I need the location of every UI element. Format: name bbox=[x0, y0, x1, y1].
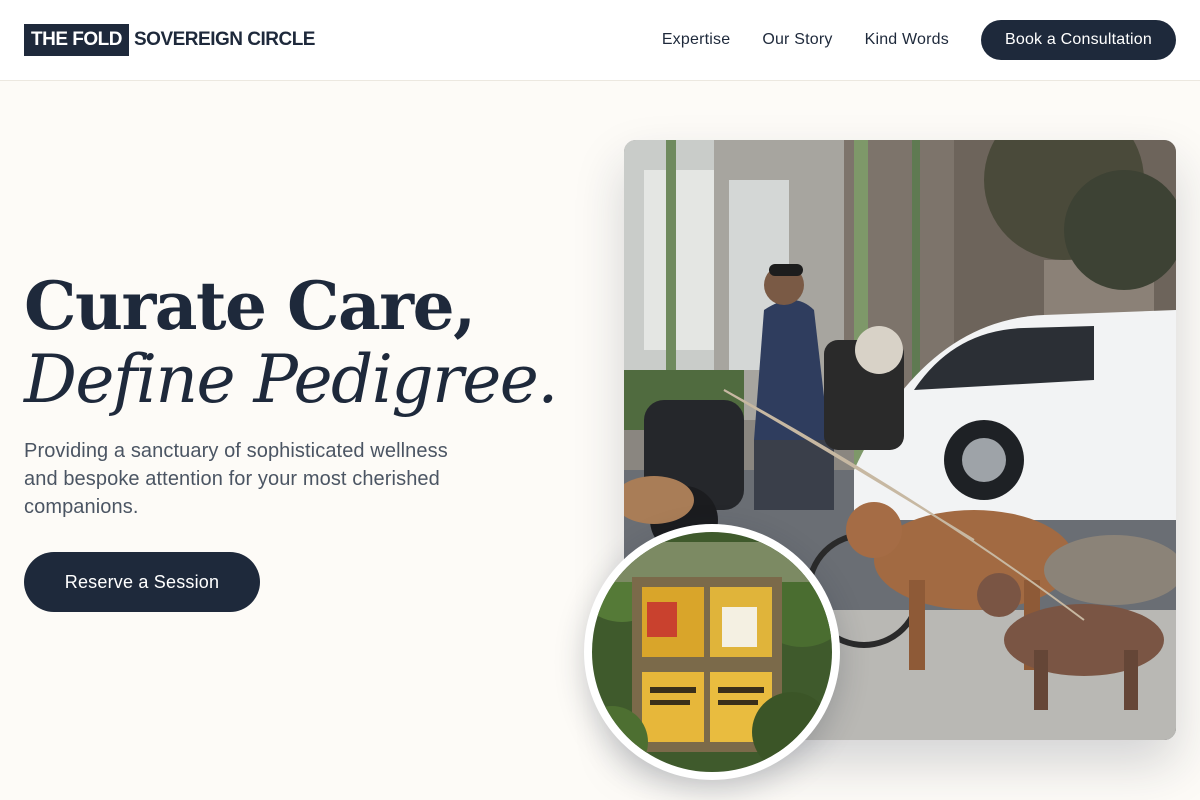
hero-title-line1: Curate Care, bbox=[24, 267, 476, 345]
nav-link-kind-words[interactable]: Kind Words bbox=[865, 31, 949, 49]
hero-description: Providing a sanctuary of sophisticated w… bbox=[24, 440, 448, 518]
main-nav: Expertise Our Story Kind Words Book a Co… bbox=[662, 20, 1176, 60]
brand-name: SOVEREIGN CIRCLE bbox=[134, 29, 315, 50]
hero-title-line2: Define Pedigree. bbox=[24, 341, 558, 418]
reserve-session-button[interactable]: Reserve a Session bbox=[24, 552, 260, 612]
brand-logo-box: THE FOLD bbox=[24, 24, 129, 56]
book-consultation-button[interactable]: Book a Consultation bbox=[980, 20, 1176, 60]
nav-link-our-story[interactable]: Our Story bbox=[762, 31, 832, 49]
site-header: THE FOLD SOVEREIGN CIRCLE Expertise Our … bbox=[0, 0, 1200, 81]
inset-photo-frame bbox=[584, 524, 840, 780]
nav-link-expertise[interactable]: Expertise bbox=[662, 31, 731, 49]
brand-logo[interactable]: THE FOLD SOVEREIGN CIRCLE bbox=[24, 24, 315, 56]
inset-photo-posters bbox=[592, 532, 832, 772]
hero-title: Curate Care, Define Pedigree. bbox=[24, 268, 584, 416]
